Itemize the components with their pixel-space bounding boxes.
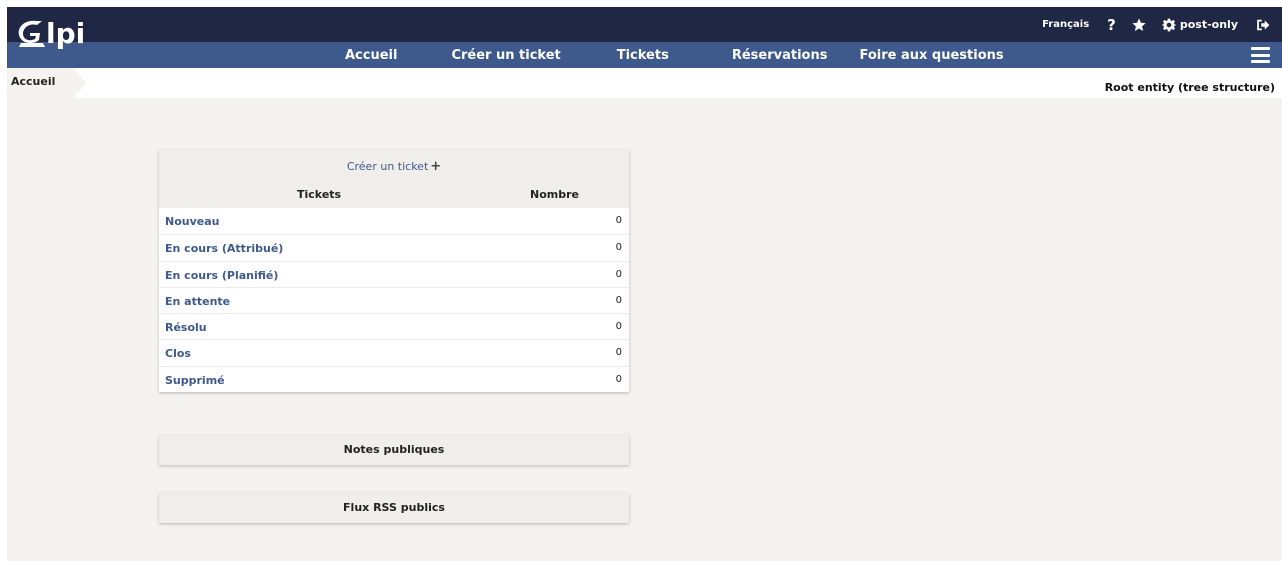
ticket-count: 0: [615, 215, 622, 226]
ticket-count: 0: [615, 242, 622, 254]
help-icon[interactable]: ?: [1107, 16, 1116, 34]
ticket-count: 0: [615, 373, 622, 385]
hamburger-menu-icon[interactable]: [1251, 47, 1270, 63]
tickets-panel-header: Créer un ticket + Tickets Nombre: [159, 150, 629, 208]
table-row: Supprimé 0: [159, 365, 629, 392]
logout-icon[interactable]: [1256, 18, 1270, 32]
plus-icon[interactable]: +: [430, 159, 441, 174]
table-row: Résolu 0: [159, 313, 629, 339]
nav-item-reservations[interactable]: Réservations: [732, 48, 828, 63]
ticket-status-link[interactable]: Supprimé: [165, 374, 225, 387]
top-links: Français ? post-only: [1042, 7, 1282, 42]
table-row: En cours (Planifié) 0: [159, 260, 629, 287]
ticket-status-link[interactable]: En cours (Planifié): [165, 269, 278, 282]
ticket-status-link[interactable]: Clos: [165, 347, 191, 360]
nav-item-tickets[interactable]: Tickets: [617, 48, 669, 63]
ticket-status-link[interactable]: Résolu: [165, 321, 207, 334]
main-nav: Accueil Créer un ticket Tickets Réservat…: [342, 42, 1004, 68]
table-row: Clos 0: [159, 339, 629, 365]
nav-item-creer-ticket[interactable]: Créer un ticket: [451, 48, 560, 63]
ticket-status-link[interactable]: En attente: [165, 295, 230, 308]
column-header-tickets: Tickets: [297, 188, 342, 201]
nav-item-accueil[interactable]: Accueil: [345, 48, 397, 63]
create-ticket-label[interactable]: Créer un ticket: [347, 160, 428, 173]
entity-label[interactable]: Root entity (tree structure): [1105, 81, 1275, 94]
ticket-count: 0: [615, 347, 622, 359]
ticket-count: 0: [615, 321, 622, 333]
breadcrumb-item-accueil[interactable]: Accueil: [11, 75, 55, 88]
gear-icon[interactable]: [1161, 18, 1176, 32]
table-row: Nouveau 0: [159, 208, 629, 234]
nav-item-faq[interactable]: Foire aux questions: [859, 48, 1003, 63]
tickets-panel: Créer un ticket + Tickets Nombre Nouveau …: [159, 150, 629, 393]
user-menu[interactable]: post-only: [1180, 18, 1238, 31]
table-row: En cours (Attribué) 0: [159, 234, 629, 260]
create-ticket-link[interactable]: Créer un ticket +: [159, 159, 629, 174]
ticket-count: 0: [615, 294, 622, 306]
ticket-count: 0: [615, 268, 622, 280]
star-icon[interactable]: [1131, 17, 1147, 33]
glpi-logo[interactable]: lpi: [15, 13, 115, 53]
page-frame: lpi Français ? post-only Accueil Créer u…: [7, 7, 1282, 561]
svg-text:lpi: lpi: [46, 17, 85, 50]
column-header-nombre: Nombre: [530, 188, 579, 201]
breadcrumb-bar: Accueil Root entity (tree structure): [7, 68, 1282, 98]
ticket-status-link[interactable]: En cours (Attribué): [165, 242, 283, 255]
ticket-status-link[interactable]: Nouveau: [165, 215, 219, 228]
language-selector[interactable]: Français: [1042, 19, 1089, 30]
table-row: En attente 0: [159, 286, 629, 313]
public-notes-panel[interactable]: Notes publiques: [159, 435, 629, 465]
tickets-table-body: Nouveau 0 En cours (Attribué) 0 En cours…: [159, 208, 629, 392]
public-rss-feeds-panel[interactable]: Flux RSS publics: [159, 493, 629, 523]
